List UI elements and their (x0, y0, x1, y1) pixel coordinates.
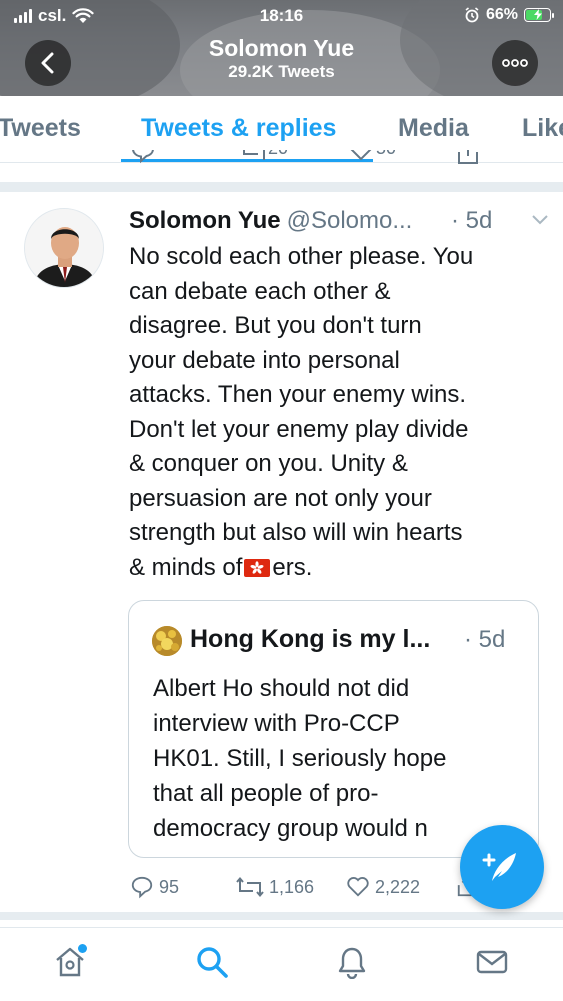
tweet-display-name[interactable]: Solomon Yue (129, 207, 281, 234)
battery-icon (524, 8, 554, 22)
profile-title: Solomon Yue 29.2K Tweets (0, 34, 563, 82)
more-icon (502, 59, 528, 67)
mail-icon (476, 950, 508, 974)
tweet-text-line: No scold each other please. You (129, 243, 474, 270)
search-icon (197, 947, 228, 978)
tweet-text-line: strength but also will win hearts (129, 519, 463, 546)
quoted-text-line: HK01. Still, I seriously hope (153, 745, 447, 772)
tweet-text-line: & minds of ers. (129, 551, 549, 586)
more-button[interactable] (492, 40, 538, 86)
previous-tweet-actions: 20 50 (0, 150, 563, 178)
chevron-down-icon[interactable] (531, 213, 549, 225)
tweet-text-line: your debate into personal (129, 346, 400, 374)
tweet-divider (0, 912, 563, 920)
retweet-button[interactable]: 1,166 (236, 874, 314, 900)
bottom-navigation (0, 927, 563, 1001)
tab-tweets-and-replies[interactable]: Tweets & replies (141, 114, 336, 143)
share-icon[interactable] (456, 150, 480, 166)
reply-icon[interactable] (130, 150, 156, 164)
quoted-text-line: that all people of pro- (153, 780, 379, 807)
retweet-count: 1,166 (269, 876, 315, 897)
quoted-text-line: interview with Pro-CCP (153, 710, 400, 737)
profile-name: Solomon Yue (208, 35, 355, 61)
tweet-author-avatar[interactable] (24, 208, 104, 288)
heart-icon (347, 877, 369, 897)
alarm-icon (465, 7, 479, 23)
tab-media[interactable]: Media (398, 114, 469, 143)
tweet-text-line: can debate each other & (129, 277, 391, 305)
quoted-tweet[interactable]: Hong Kong is my l... · 5d Albert Ho shou… (128, 600, 539, 858)
tweet-text-line: persuasion are not only your (129, 484, 432, 512)
nav-notifications[interactable] (332, 942, 372, 982)
tweet-text-line: disagree. But you don't turn (129, 312, 422, 339)
battery-percent: 66% (485, 6, 518, 23)
tweet-divider (0, 182, 563, 192)
tweet-text-fragment: ers. (272, 553, 313, 581)
like-count: 2,222 (375, 876, 421, 897)
retweet-icon (236, 876, 264, 898)
retweet-icon[interactable] (240, 150, 268, 162)
hong-kong-flag-emoji (244, 558, 271, 577)
reply-icon (131, 876, 153, 899)
compose-icon (482, 853, 516, 881)
tweet-header: Solomon Yue @Solomo... · 5d (129, 207, 549, 239)
quoted-tweet-author: Hong Kong is my l... (190, 625, 431, 653)
quoted-tweet-avatar (152, 626, 182, 656)
reply-count: 95 (159, 876, 180, 897)
nav-messages[interactable] (472, 942, 512, 982)
tweet-text-line: & conquer on you. Unity & (129, 450, 408, 477)
tab-tweets[interactable]: Tweets (0, 114, 81, 143)
new-content-dot (78, 944, 87, 953)
prev-like-count: 50 (376, 150, 396, 159)
tweet-text-fragment: & minds of (129, 553, 243, 581)
tweet-handle[interactable]: @Solomo... (287, 207, 413, 234)
tweet-text-line: attacks. Then your enemy wins. (129, 381, 467, 408)
compose-tweet-button[interactable] (460, 825, 544, 909)
bell-icon (338, 947, 366, 979)
tab-likes[interactable]: Likes (522, 114, 563, 143)
status-bar: csl. 18:16 66% (0, 0, 563, 32)
quoted-tweet-time: · 5d (464, 626, 506, 653)
quoted-text-line: Albert Ho should not did (153, 675, 410, 702)
tweet-count: 29.2K Tweets (228, 62, 335, 81)
like-button[interactable]: 2,222 (346, 874, 420, 900)
quoted-tweet-text: Albert Ho should not did interview with … (153, 671, 523, 846)
reply-button[interactable]: 95 (130, 874, 179, 900)
prev-retweet-count: 20 (268, 150, 288, 159)
tweet-text-line: Don't let your enemy play divide (129, 415, 469, 443)
tweet-time: · 5d (451, 207, 493, 234)
nav-home[interactable] (50, 942, 90, 982)
nav-search[interactable] (192, 942, 232, 982)
tweet-text: No scold each other please. You can deba… (129, 240, 549, 585)
heart-icon[interactable] (348, 150, 374, 162)
profile-header: csl. 18:16 66% Solomon Yue 29.2K Tweets (0, 0, 563, 96)
